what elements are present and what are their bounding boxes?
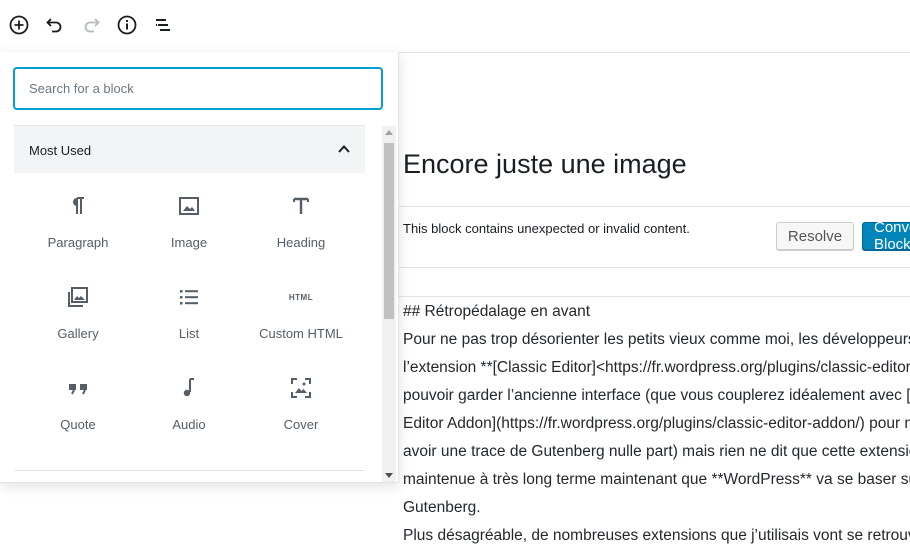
block-divider — [398, 296, 910, 297]
most-used-toggle[interactable]: Most Used — [14, 125, 365, 173]
content-line: pouvoir garder l’ancienne interface (que… — [403, 387, 910, 404]
undo-icon — [45, 15, 65, 35]
block-label: Cover — [283, 417, 319, 432]
scroll-up-arrow-icon[interactable] — [385, 130, 393, 135]
block-item-paragraph[interactable]: Paragraph — [30, 181, 126, 261]
block-label: Audio — [172, 417, 206, 432]
panel-title: Most Used — [29, 143, 92, 158]
html-icon: HTML — [289, 285, 313, 309]
block-search-input[interactable] — [13, 67, 383, 110]
heading-icon — [289, 194, 313, 218]
gallery-icon — [66, 285, 90, 309]
convert-to-blocks-button[interactable]: Convert to Blocks — [862, 219, 910, 253]
editor-toolbar — [0, 0, 910, 53]
undo-button[interactable] — [42, 12, 68, 38]
content-line: avoir une trace de Gutenberg nulle part)… — [403, 443, 910, 460]
quote-icon — [66, 376, 90, 400]
most-used-panel: Most Used Paragraph Image Heading Galler… — [14, 125, 365, 482]
block-label: List — [178, 326, 200, 341]
block-item-custom-html[interactable]: HTML Custom HTML — [253, 272, 349, 352]
chevron-up-icon — [337, 142, 351, 161]
content-line: Pour ne pas trop désorienter les petits … — [403, 331, 910, 348]
warning-message: This block contains unexpected or invali… — [403, 221, 690, 236]
block-item-gallery[interactable]: Gallery — [30, 272, 126, 352]
add-block-button[interactable] — [6, 12, 32, 38]
block-inserter-popover: Most Used Paragraph Image — [0, 52, 399, 483]
redo-icon — [81, 15, 101, 35]
invalid-block-warning: This block contains unexpected or invali… — [398, 206, 910, 268]
block-label: Gallery — [57, 326, 99, 341]
plus-circle-icon — [8, 14, 30, 36]
list-outline-icon — [153, 15, 173, 35]
cover-icon — [289, 376, 313, 400]
content-line: Gutenberg. — [403, 499, 481, 516]
info-button[interactable] — [114, 12, 140, 38]
pilcrow-icon — [66, 194, 90, 218]
block-label: Paragraph — [47, 235, 109, 250]
block-item-quote[interactable]: Quote — [30, 363, 126, 443]
inserter-scrollbar[interactable] — [382, 126, 396, 482]
block-item-audio[interactable]: Audio — [141, 363, 237, 443]
content-line: maintenue à très long terme maintenant q… — [403, 471, 910, 488]
scrollbar-thumb[interactable] — [384, 143, 394, 319]
redo-button[interactable] — [78, 12, 104, 38]
info-icon — [116, 14, 138, 36]
block-label: Heading — [276, 235, 326, 250]
content-line: Editor Addon](https://fr.wordpress.org/p… — [403, 415, 910, 432]
content-line: ## Rétropédalage en avant — [403, 303, 591, 320]
panel-divider — [14, 470, 365, 471]
editor-canvas: Encore juste une image This block contai… — [398, 53, 910, 544]
block-item-list[interactable]: List — [141, 272, 237, 352]
block-item-image[interactable]: Image — [141, 181, 237, 261]
scroll-down-arrow-icon[interactable] — [385, 473, 393, 478]
list-icon — [177, 285, 201, 309]
block-label: Image — [170, 235, 208, 250]
content-line: l’extension **[Classic Editor]<https://f… — [403, 359, 910, 376]
content-line: Plus désagréable, de nombreuses extensio… — [403, 527, 910, 544]
audio-icon — [177, 376, 201, 400]
image-icon — [177, 194, 201, 218]
block-label: Custom HTML — [259, 326, 343, 341]
block-label: Quote — [60, 417, 96, 432]
post-title[interactable]: Encore juste une image — [403, 149, 687, 180]
html-icon-text: HTML — [288, 292, 314, 302]
outline-button[interactable] — [150, 12, 176, 38]
block-item-heading[interactable]: Heading — [253, 181, 349, 261]
classic-block-content[interactable]: ## Rétropédalage en avant Pour ne pas tr… — [403, 298, 910, 544]
block-item-cover[interactable]: Cover — [253, 363, 349, 443]
resolve-button[interactable]: Resolve — [776, 222, 854, 250]
